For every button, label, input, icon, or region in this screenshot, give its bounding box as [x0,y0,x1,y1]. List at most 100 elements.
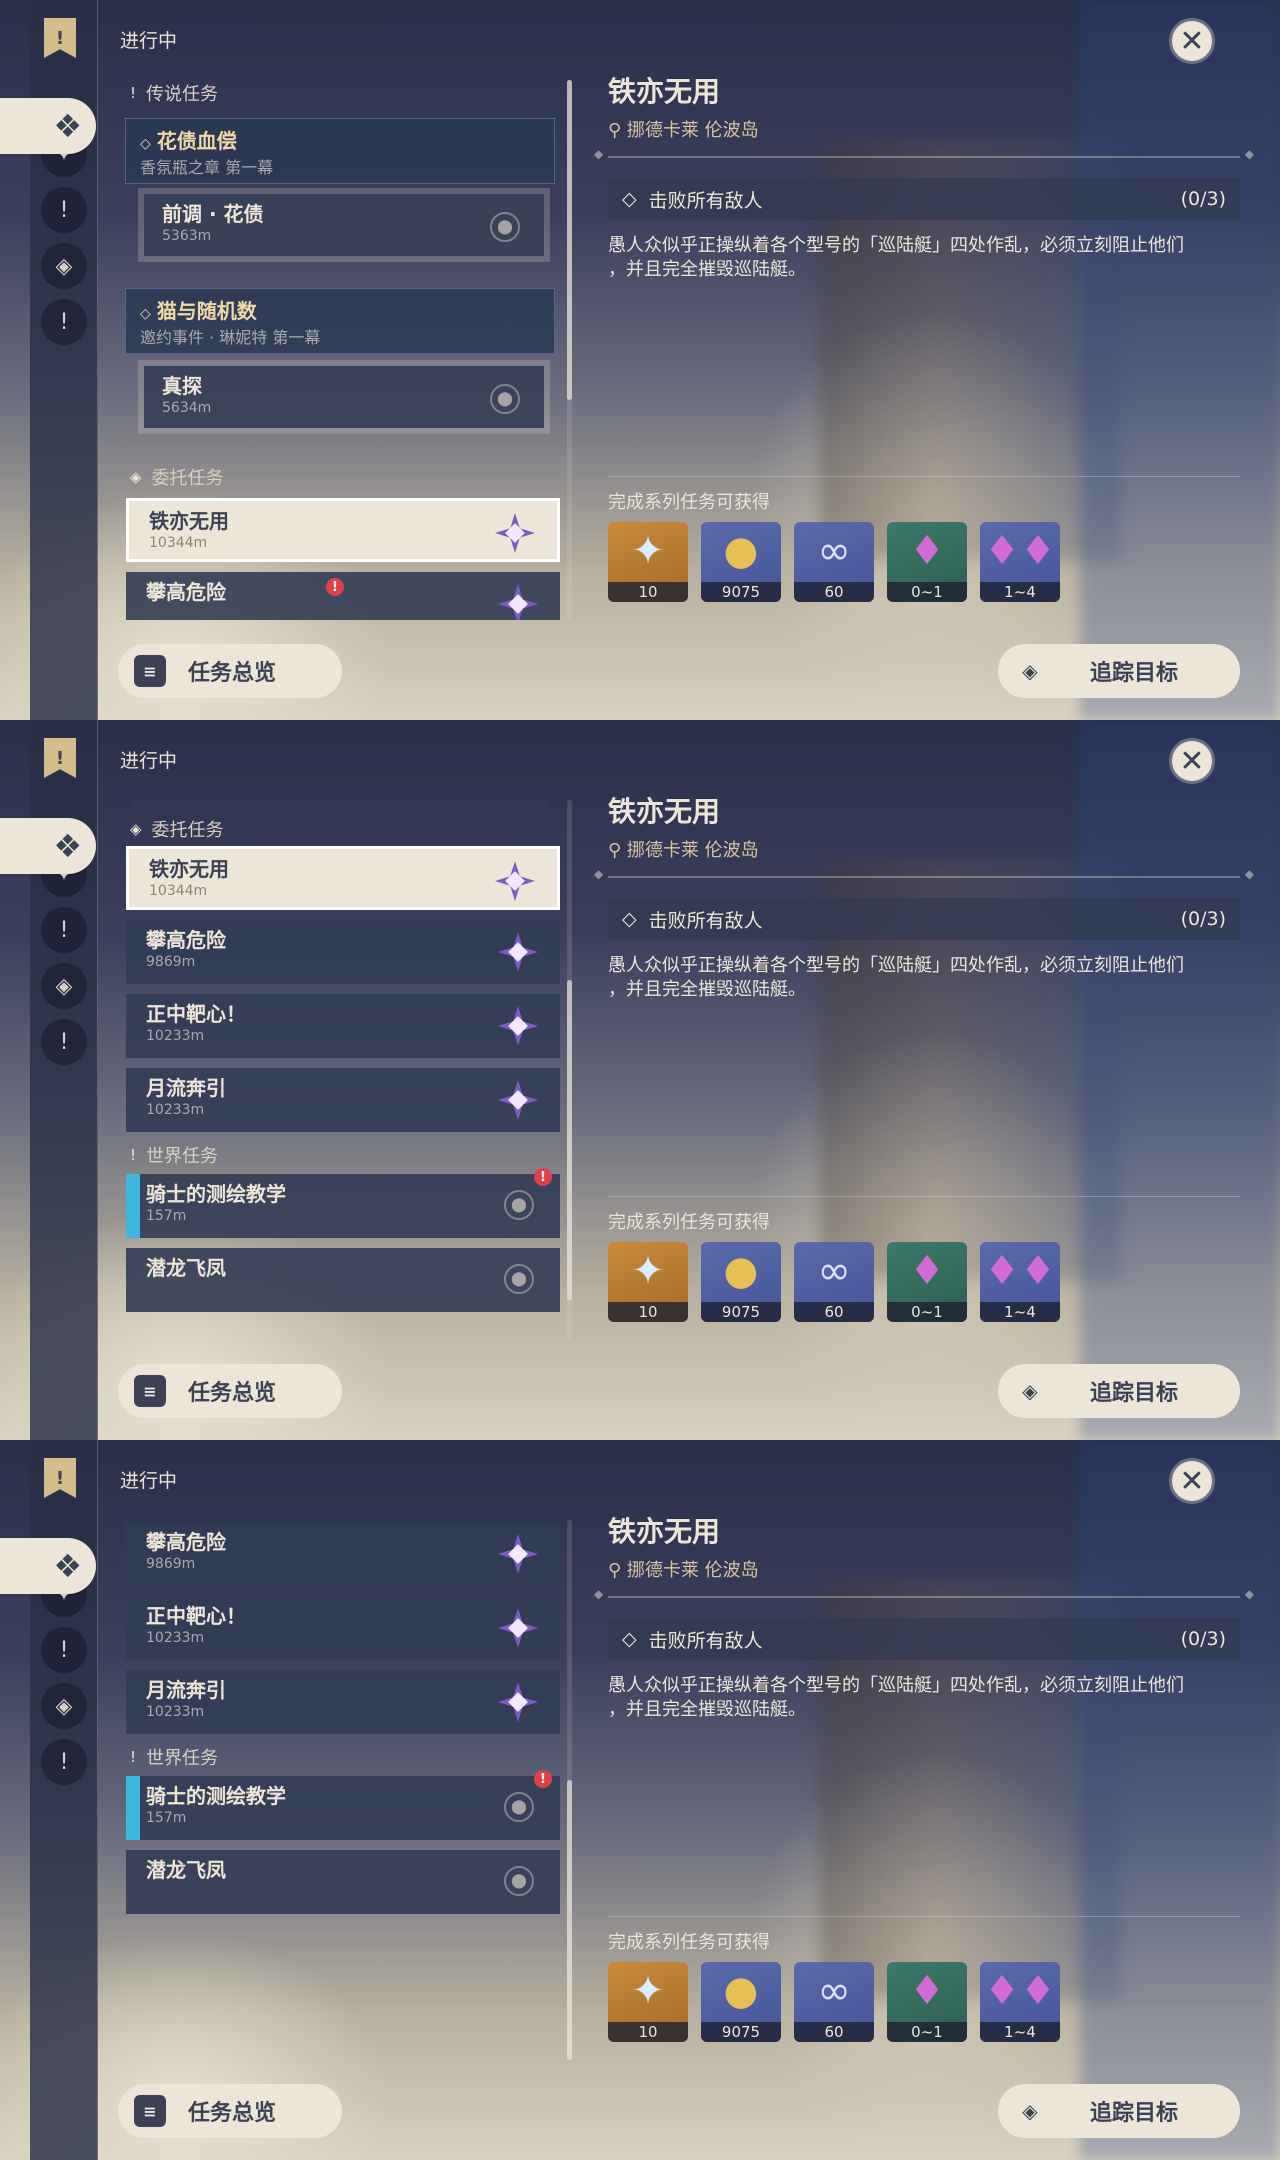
track-target-button[interactable]: ◈ 追踪目标 [998,644,1240,698]
crystal-cluster-icon: ♦♦ [984,528,1056,574]
nav-world-quests[interactable]: ! [30,1734,98,1790]
objective-diamond-icon: ◇ [622,188,637,210]
close-button[interactable]: ✕ [1169,18,1215,64]
reward-crystal-cluster[interactable]: ♦♦ 1~4 [980,1962,1060,2042]
nav-all-quests[interactable]: ❖ [0,1538,96,1594]
nav-all-quests[interactable]: ❖ [0,818,96,874]
world-quest-item[interactable]: 潜龙飞凤 ⬤ [126,1248,560,1312]
quest-list[interactable]: ◈委托任务 ▶ 铁亦无用 10344m 攀高危险 9869m 正中靶心！ 102… [120,800,560,1340]
reward-mora[interactable]: ● 9075 [701,522,781,602]
quest-screen-2: ✦ ! ◈ ! ! ❖ 进行中 ✕ ◈委托任务 ▶ 铁亦无用 10344m 攀高… [0,720,1280,1440]
world-quest-item[interactable]: 潜龙飞凤 ⬤ [126,1850,560,1914]
list-scrollbar[interactable] [567,1520,572,2060]
reward-primogem[interactable]: ✦ 10 [608,1962,688,2042]
close-button[interactable]: ✕ [1169,1458,1215,1504]
quest-list[interactable]: ! 传说任务 ◇ 花债血偿 香氛瓶之章 第一幕 前调 · 花债 5363m ⬤ ◇ 猫… [120,80,560,620]
rewards-row: ✦ 10 ● 9075 ∞ 60 ♦ 0~1 ♦♦ 1~4 [608,1242,1060,1322]
exclaim-icon: ! [130,84,137,102]
reward-fate[interactable]: ∞ 60 [794,1242,874,1322]
world-quest-item[interactable]: 骑士的测绘教学 157m ⬤ [126,1174,560,1238]
commission-item[interactable]: 正中靶心！ 10233m [126,994,560,1058]
nav-commissions[interactable]: ◈ [30,958,98,1014]
reward-fate[interactable]: ∞ 60 [794,1962,874,2042]
subquest-item[interactable]: 真探 5634m ⬤ [138,360,550,434]
reward-crystal-cluster[interactable]: ♦♦ 1~4 [980,522,1060,602]
category-world: ! 世界任务 [130,1748,219,1769]
nav-commissions[interactable]: ◈ [30,238,98,294]
subquest-item[interactable]: 前调 · 花债 5363m ⬤ [138,188,550,262]
commission-item-selected[interactable]: 铁亦无用 10344m [126,846,560,910]
alert-icon: ! [326,578,344,596]
nav-world-quests[interactable]: ! [30,294,98,350]
quest-overview-button[interactable]: ≡ 任务总览 [118,644,342,698]
quest-title: 铁亦无用 [608,795,721,828]
close-button[interactable]: ✕ [1169,738,1215,784]
list-scrollbar[interactable] [567,800,572,1340]
nav-archon-quests[interactable]: ! [30,902,98,958]
nav-all-quests[interactable]: ❖ [0,98,96,154]
nav-archon-quests[interactable]: ! [30,1622,98,1678]
quest-book-icon: ≡ [134,2095,166,2127]
reward-crystal[interactable]: ♦ 0~1 [887,1962,967,2042]
quest-title: 铁亦无用 [608,1515,721,1548]
exclaim-icon: ! [41,1627,87,1673]
nav-world-quests[interactable]: ! [30,1014,98,1070]
objective-progress: (0/3) [1180,1628,1226,1650]
world-quest-item[interactable]: 骑士的测绘教学 157m ⬤ [126,1776,560,1840]
exclaim-icon: ! [130,1146,137,1164]
track-diamond-icon: ◈ [1022,1379,1038,1403]
commission-item[interactable]: 月流奔引 10233m [126,1068,560,1132]
reward-mora[interactable]: ● 9075 [701,1242,781,1322]
commission-icon: ◈ [130,820,142,838]
location-pin-icon: ⬤ [490,384,520,414]
commission-icon: ◈ [130,468,142,486]
chapter-header[interactable]: ◇ 花债血偿 香氛瓶之章 第一幕 [125,118,555,184]
quest-list[interactable]: 攀高危险 9869m 正中靶心！ 10233m 月流奔引 10233m ! 世界任… [120,1520,560,2060]
commission-item-selected[interactable]: 铁亦无用 10344m [126,498,560,562]
world-quest-icon: ! [41,1739,87,1785]
close-icon: ✕ [1179,23,1205,59]
reward-crystal[interactable]: ♦ 0~1 [887,522,967,602]
commission-item[interactable]: 攀高危险 9869m [126,1522,560,1586]
track-target-button[interactable]: ◈ 追踪目标 [998,2084,1240,2138]
list-scrollbar[interactable] [567,80,572,620]
track-target-button[interactable]: ◈ 追踪目标 [998,1364,1240,1418]
objective-diamond-icon: ◇ [622,1628,637,1650]
objective-progress: (0/3) [1180,908,1226,930]
scroll-thumb[interactable] [567,980,572,1300]
divider [608,476,1240,477]
quest-detail: 铁亦无用 ⚲ 挪德卡莱 伦波岛 ◇击败所有敌人 (0/3) 愚人众似乎正操纵着各… [594,70,1254,282]
commission-item[interactable]: 正中靶心！ 10233m [126,1596,560,1660]
all-quests-icon: ❖ [53,827,82,865]
quest-location: 挪德卡莱 伦波岛 [626,120,759,141]
commission-item[interactable]: 攀高危险 ! [126,572,560,620]
commission-icon: ◈ [41,1683,87,1729]
scroll-thumb[interactable] [567,1780,572,2060]
reward-mora[interactable]: ● 9075 [701,1962,781,2042]
primogem-icon: ✦ [631,1248,665,1294]
commission-item[interactable]: 攀高危险 9869m [126,920,560,984]
location-icon: ⚲ [608,840,627,861]
reward-crystal-cluster[interactable]: ♦♦ 1~4 [980,1242,1060,1322]
reward-fate[interactable]: ∞ 60 [794,522,874,602]
scroll-thumb[interactable] [567,80,572,400]
reward-primogem[interactable]: ✦ 10 [608,1242,688,1322]
reward-crystal[interactable]: ♦ 0~1 [887,1242,967,1322]
quest-overview-button[interactable]: ≡ 任务总览 [118,2084,342,2138]
rewards-row: ✦ 10 ● 9075 ∞ 60 ♦ 0~1 ♦♦ 1~4 [608,522,1060,602]
quest-book-icon: ≡ [134,1375,166,1407]
location-pin-icon: ⬤ [504,1190,534,1220]
intertwined-fate-icon: ∞ [817,1248,851,1294]
quest-overview-button[interactable]: ≡ 任务总览 [118,1364,342,1418]
rewards-label: 完成系列任务可获得 [608,1932,770,1953]
reward-primogem[interactable]: ✦ 10 [608,522,688,602]
alert-icon: ! [534,1168,552,1186]
divider [594,1587,1254,1601]
commission-icon: ◈ [41,963,87,1009]
chapter-header[interactable]: ◇ 猫与随机数 邀约事件 · 琳妮特 第一幕 [125,288,555,354]
intertwined-fate-icon: ∞ [817,528,851,574]
nav-archon-quests[interactable]: ! [30,182,98,238]
commission-item[interactable]: 月流奔引 10233m [126,1670,560,1734]
track-diamond-icon: ◈ [1022,659,1038,683]
nav-commissions[interactable]: ◈ [30,1678,98,1734]
